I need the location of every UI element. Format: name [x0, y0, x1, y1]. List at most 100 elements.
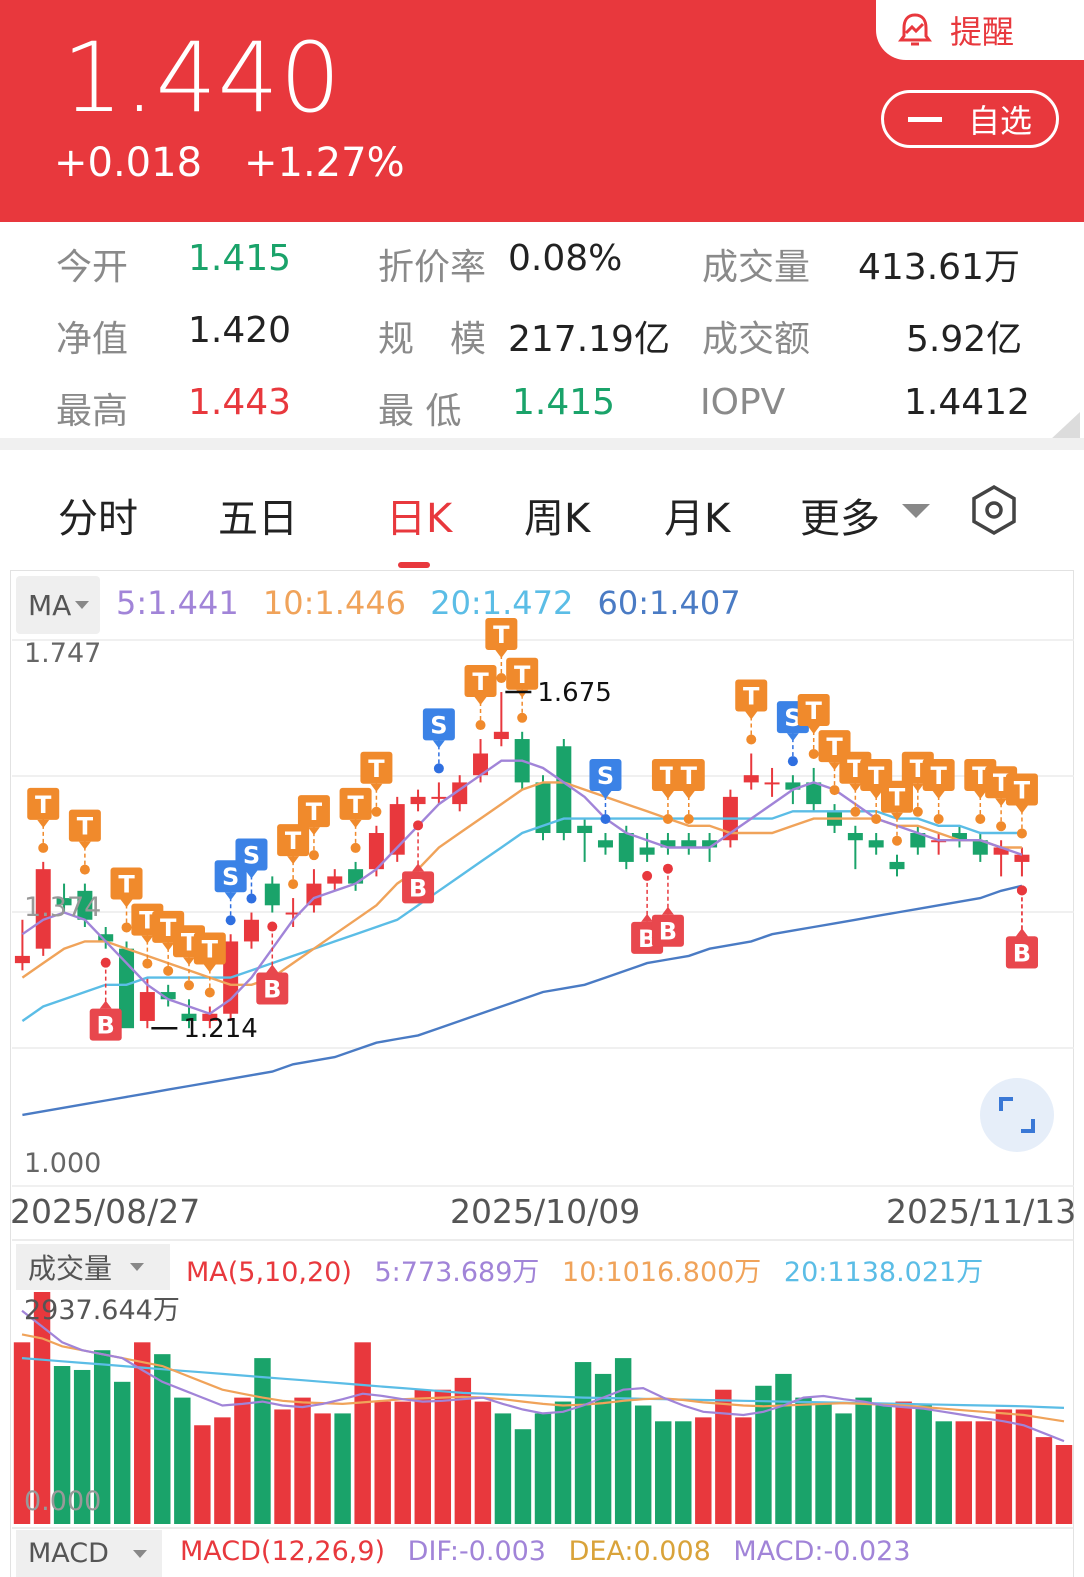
signal-label-b: B — [263, 976, 281, 1004]
signal-badge-pointer — [870, 791, 883, 800]
signal-badge-pointer — [287, 856, 300, 865]
volume-bar — [935, 1421, 952, 1524]
signal-dot — [912, 806, 923, 817]
signal-dot — [371, 806, 382, 817]
candle-body — [889, 861, 905, 870]
macd-dif: DIF:-0.003 — [407, 1536, 546, 1567]
signal-label-s: S — [430, 711, 447, 739]
volume-bar — [294, 1397, 311, 1524]
signal-badge-pointer — [78, 841, 91, 850]
signal-badge-pointer — [224, 892, 237, 901]
volume-ma20: 20:1138.021万 — [783, 1257, 984, 1288]
volume-bar — [1035, 1437, 1053, 1524]
candle-body — [327, 876, 343, 884]
signal-dot — [850, 806, 861, 817]
macd-indicator-dropdown[interactable]: MACD — [16, 1530, 162, 1577]
signal-dot — [350, 842, 361, 853]
volume-bar — [394, 1401, 411, 1524]
signal-dot — [38, 842, 49, 853]
signal-badge-pointer — [682, 791, 695, 800]
signal-label-t: T — [35, 791, 52, 819]
volume-bar — [995, 1409, 1013, 1524]
signal-dot — [79, 864, 90, 875]
volume-ma-title: MA(5,10,20) — [186, 1257, 352, 1288]
volume-bar — [815, 1401, 832, 1524]
volume-bar — [514, 1429, 532, 1524]
signal-badge-pointer — [974, 791, 987, 800]
signal-dot — [662, 814, 673, 825]
kline-chart[interactable]: TTTTTTTSSTTTTSTTTSTTTSTTTTTTTTTTBBBBBBB1… — [0, 0, 1084, 1577]
candle-body — [14, 955, 30, 964]
signal-badge-pointer — [1015, 928, 1028, 937]
volume-bar — [534, 1413, 552, 1524]
signal-dot — [600, 814, 611, 825]
signal-label-t: T — [285, 827, 302, 855]
signal-dot — [308, 850, 319, 861]
volume-bar — [194, 1425, 211, 1524]
volume-bar — [634, 1405, 652, 1524]
signal-label-b: B — [1013, 939, 1031, 967]
signal-dot — [808, 748, 819, 759]
signal-badge-pointer — [349, 819, 362, 828]
signal-dot — [787, 756, 798, 767]
volume-bar — [234, 1397, 251, 1524]
signal-badge-pointer — [495, 650, 508, 659]
signal-badge-pointer — [828, 762, 841, 771]
signal-dot — [288, 879, 299, 890]
signal-badge-pointer — [141, 935, 154, 944]
signal-badge-pointer — [99, 1000, 112, 1009]
signal-label-t: T — [347, 791, 364, 819]
candle-body — [493, 731, 509, 740]
signal-dot — [683, 814, 694, 825]
macd-indicator-label: MACD — [28, 1538, 109, 1569]
signal-badge-pointer — [307, 827, 320, 836]
price-axis-min: 1.000 — [24, 1148, 102, 1179]
price-axis-mid: 1.374 — [24, 892, 102, 923]
candle-body — [243, 919, 259, 942]
caret-down-icon — [132, 1549, 147, 1558]
candle-body — [806, 782, 822, 805]
macd-legend: MACD(12,26,9) DIF:-0.003 DEA:0.008 MACD:… — [180, 1536, 925, 1567]
macd-dea: DEA:0.008 — [568, 1536, 711, 1567]
signal-dot — [933, 814, 944, 825]
volume-bar — [735, 1417, 752, 1524]
signal-badge-pointer — [1015, 805, 1028, 814]
volume-bar — [174, 1397, 191, 1524]
macd-title: MACD(12,26,9) — [180, 1536, 386, 1567]
volume-bar — [1055, 1445, 1073, 1524]
signal-label-b: B — [97, 1012, 115, 1040]
volume-bar — [274, 1409, 291, 1524]
signal-badge-pointer — [661, 791, 674, 800]
volume-bar — [334, 1413, 351, 1524]
volume-indicator-dropdown[interactable]: 成交量 — [16, 1244, 170, 1290]
signal-label-t: T — [930, 762, 947, 790]
signal-badge-pointer — [911, 783, 924, 792]
volume-bar — [614, 1358, 632, 1524]
signal-badge-pointer — [807, 725, 820, 734]
signal-dot — [184, 980, 194, 991]
signal-badge-pointer — [203, 964, 216, 973]
macd-value: MACD:-0.023 — [733, 1536, 911, 1567]
ma10-line — [21, 781, 1022, 986]
volume-bar — [795, 1397, 812, 1524]
volume-bar — [895, 1401, 912, 1524]
signal-label-b: B — [409, 874, 427, 902]
volume-legend: MA(5,10,20) 5:773.689万 10:1016.800万 20:1… — [186, 1250, 997, 1289]
volume-bar — [474, 1401, 492, 1524]
signal-dot — [746, 734, 757, 745]
signal-badge-pointer — [849, 783, 862, 792]
signal-dot — [413, 820, 424, 831]
volume-bar — [574, 1362, 592, 1524]
signal-dot — [975, 814, 986, 825]
volume-bar — [554, 1401, 572, 1524]
date-label-end: 2025/11/13 — [886, 1192, 1077, 1231]
expand-icon — [999, 1097, 1035, 1133]
signal-label-t: T — [368, 755, 385, 783]
fullscreen-button[interactable] — [980, 1078, 1054, 1152]
volume-axis-max: 2937.644万 — [24, 1295, 180, 1326]
signal-label-s: S — [243, 842, 260, 870]
high-price-label: 1.675 — [537, 678, 611, 708]
signal-dot — [642, 870, 653, 881]
signal-dot — [1016, 885, 1027, 896]
candle-body — [764, 782, 780, 785]
